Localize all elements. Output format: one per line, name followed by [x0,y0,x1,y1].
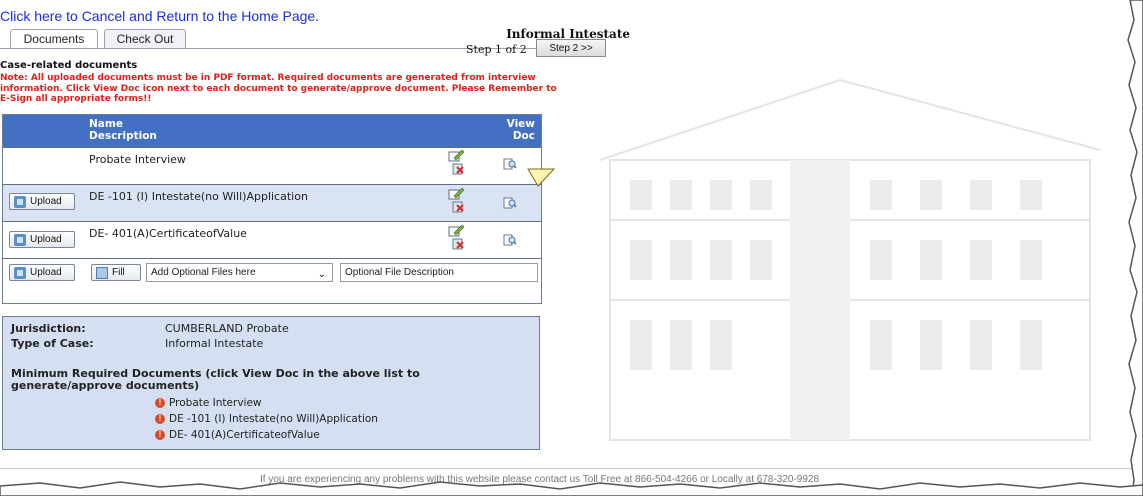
header-name: Name [89,118,123,130]
fill-button[interactable]: Fill [91,264,141,281]
required-doc-item: ! DE- 401(A)CertificateofValue [155,429,320,441]
upload-icon [14,233,26,246]
top-strip [0,0,1143,8]
upload-label: Upload [30,234,62,245]
step-2-button[interactable]: Step 2 >> [536,39,606,57]
table-row: Upload DE- 401(A)CertificateofValue [3,221,541,258]
jurisdiction-label: Jurisdiction: [11,322,86,335]
upload-label: Upload [30,196,62,207]
document-name: Probate Interview [89,153,186,166]
required-doc-name: DE- 401(A)CertificateofValue [169,429,320,441]
header-doc: Doc [512,130,535,142]
view-doc-icon[interactable] [503,158,517,170]
required-doc-item: ! Probate Interview [155,397,262,409]
header-name-description: Name Description [89,118,157,142]
view-doc-icon[interactable] [503,197,517,209]
upload-icon [14,195,26,208]
upload-icon [14,266,26,279]
required-doc-item: ! DE -101 (I) Intestate(no Will)Applicat… [155,413,378,425]
pointer-callout-icon [527,168,556,187]
upload-button[interactable]: Upload [9,231,75,248]
section-heading: Case-related documents [0,60,138,71]
cancel-return-home-link[interactable]: Click here to Cancel and Return to the H… [0,8,319,24]
case-info-panel: Jurisdiction: CUMBERLAND Probate Type of… [2,316,540,450]
header-view: View [506,118,535,130]
tab-check-out[interactable]: Check Out [104,29,186,49]
upload-instructions-note: Note: All uploaded documents must be in … [0,73,557,104]
header-description: Description [89,130,157,142]
optional-files-row: Upload Fill Add Optional Files here ⌄ Op… [3,258,541,303]
minimum-required-docs-title: Minimum Required Documents (click View D… [11,367,420,392]
required-doc-name: DE -101 (I) Intestate(no Will)Applicatio… [169,413,378,425]
header-view-doc: View Doc [507,118,535,142]
edit-delete-icon[interactable] [448,188,466,214]
table-row: Upload DE -101 (I) Intestate(no Will)App… [3,184,541,221]
table-row: Probate Interview [3,147,541,184]
tab-divider [0,48,540,49]
document-name: DE- 401(A)CertificateofValue [89,227,247,240]
table-header: Name Description View Doc [3,115,541,147]
document-name: DE -101 (I) Intestate(no Will)Applicatio… [89,190,308,203]
fill-label: Fill [112,267,125,278]
documents-table: Name Description View Doc Probate Interv… [2,114,542,304]
step-indicator: Step 1 of 2 [466,43,527,56]
torn-edge-bottom [0,481,1143,496]
edit-delete-icon[interactable] [448,150,466,176]
optional-upload-button[interactable]: Upload [9,264,75,281]
chevron-down-icon: ⌄ [317,269,326,280]
tab-documents[interactable]: Documents [10,29,98,49]
upload-label: Upload [30,267,62,278]
optional-files-select[interactable]: Add Optional Files here ⌄ [146,263,333,282]
case-type-value: Informal Intestate [165,337,264,350]
case-type-label: Type of Case: [11,337,94,350]
torn-edge-right [1127,0,1143,496]
required-doc-name: Probate Interview [169,397,262,409]
warning-icon: ! [155,414,165,424]
jurisdiction-value: CUMBERLAND Probate [165,322,289,335]
optional-file-description-input[interactable]: Optional File Description [340,263,538,282]
footer-divider [0,468,1143,469]
optional-files-select-value: Add Optional Files here [151,267,256,278]
upload-button[interactable]: Upload [9,193,75,210]
warning-icon: ! [155,430,165,440]
courthouse-background-image [599,78,1101,441]
view-doc-icon[interactable] [503,234,517,246]
edit-delete-icon[interactable] [448,225,466,251]
fill-icon [96,266,108,279]
warning-icon: ! [155,398,165,408]
